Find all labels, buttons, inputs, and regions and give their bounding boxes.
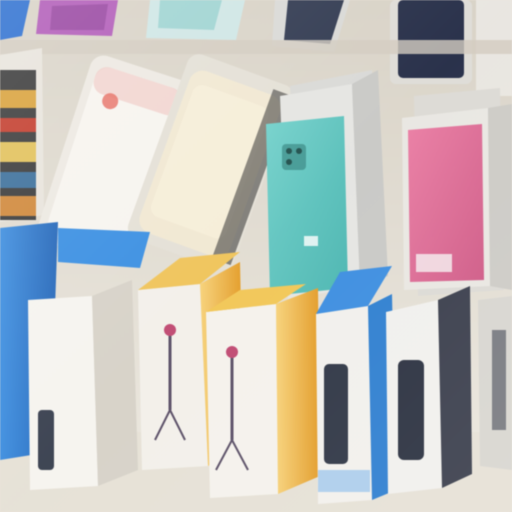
plastic-glare <box>0 0 512 512</box>
display-scene <box>0 0 512 512</box>
phone-case-display-photo <box>0 0 512 512</box>
